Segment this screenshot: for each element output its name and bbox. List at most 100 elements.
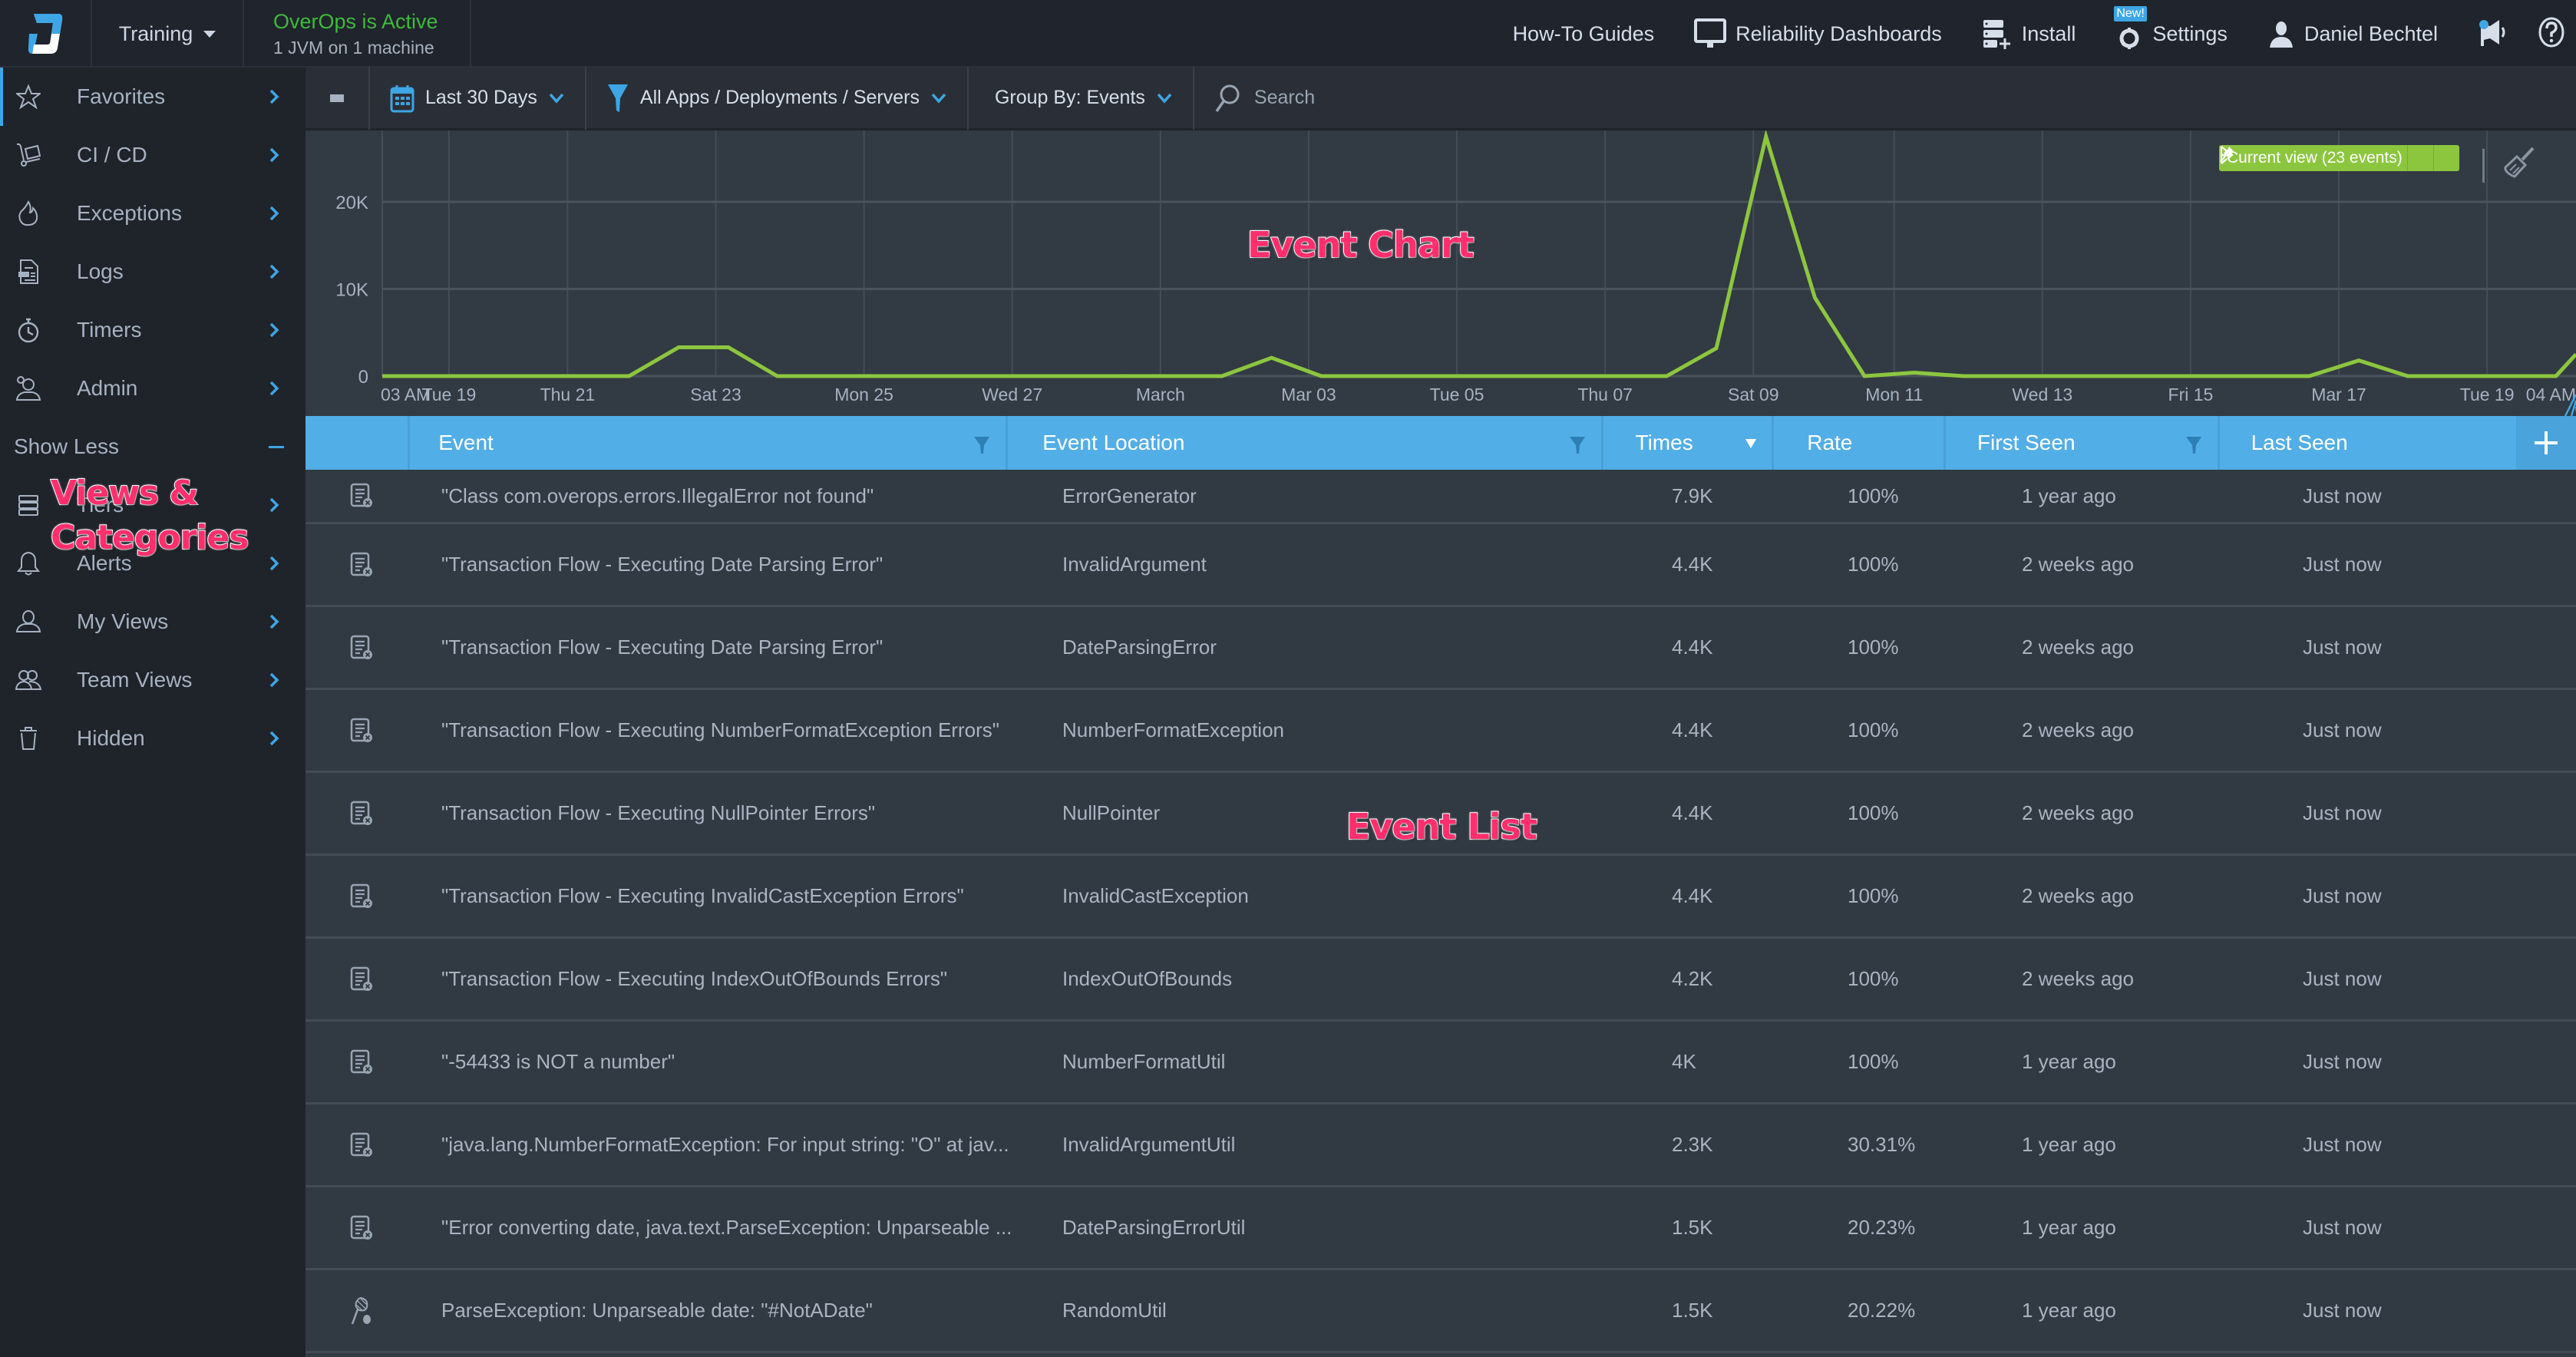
table-row[interactable]: "Transaction Flow - Executing InvalidCas… [305,856,2576,939]
user-icon [15,609,41,635]
chevron-right-icon [269,322,279,338]
rate-cell: 100% [1848,553,1899,576]
x-tick-label: Tue 19 [2460,385,2515,404]
table-row[interactable]: "java.lang.NumberFormatException: For in… [305,1104,2576,1187]
status-title: OverOps is Active [273,10,438,33]
event-cell: "Transaction Flow - Executing Date Parsi… [441,553,883,576]
flame-icon [15,200,41,226]
times-cell: 7.9K [1672,484,1713,507]
nav-label: Settings [2152,21,2228,45]
rate-cell: 100% [1848,636,1899,659]
table-row[interactable]: "Transaction Flow - Executing Date Parsi… [305,607,2576,690]
chevron-down-icon [931,93,946,104]
logged-error-icon [305,1187,413,1268]
minus-icon [269,446,284,448]
sidebar-item-label: Team Views [77,668,193,692]
nav-label: Install [2021,21,2076,45]
chevron-right-icon [269,672,279,688]
sidebar-item-label: Logs [77,259,124,283]
split-view-button[interactable] [2220,145,2433,171]
sidebar-item-timers[interactable]: Timers [0,301,305,359]
nav-how-to-guides[interactable]: How-To Guides [1513,22,1655,46]
table-row[interactable]: "Transaction Flow - Executing NumberForm… [305,690,2576,773]
event-location-cell: IndexOutOfBounds [1062,967,1233,990]
scope-selector[interactable]: All Apps / Deployments / Servers [586,66,969,130]
search-placeholder: Search [1253,87,1316,108]
sidebar-item-exceptions[interactable]: Exceptions [0,184,305,243]
table-row[interactable]: "Error converting date, java.text.ParseE… [305,1187,2576,1270]
nav-reliability-dashboards[interactable]: Reliability Dashboards [1694,18,1942,49]
search-input[interactable]: Search [1194,84,1315,113]
event-location-cell: DateParsingError [1062,636,1217,659]
times-cell: 4.4K [1672,636,1713,659]
chevron-right-icon [269,89,279,104]
nav-label: Reliability Dashboards [1735,21,1942,45]
rate-cell: 20.22% [1848,1299,1916,1322]
y-tick-label: 10K [335,280,368,301]
logged-error-icon [305,773,413,853]
event-cell: "Transaction Flow - Executing NullPointe… [441,801,876,824]
sidebar-item-favorites[interactable]: Favorites [0,68,305,126]
environment-name: Training [118,21,193,45]
nav-install[interactable]: Install [1982,18,2076,49]
annotation-categories: Categories [50,517,249,558]
x-tick-label: Mon 25 [834,385,893,404]
environment-selector[interactable]: Training [92,0,244,68]
show-less-toggle[interactable]: Show Less [0,418,305,476]
overops-logo[interactable] [0,0,92,68]
logged-error-icon [305,939,413,1019]
times-cell: 4K [1672,1050,1696,1073]
table-row[interactable]: ParseException: Unparseable date: "#NotA… [305,1270,2576,1353]
nav-settings[interactable]: New! Settings [2114,6,2228,49]
filter-bar: Last 30 Days All Apps / Deployments / Se… [305,66,2576,130]
collapse-chart-button[interactable] [305,66,370,130]
x-tick-label: Mar 17 [2311,385,2366,404]
last-seen-cell: Just now [2303,1299,2382,1322]
chevron-right-icon [269,264,279,279]
times-cell: 4.2K [1672,967,1713,990]
agent-status[interactable]: OverOps is Active 1 JVM on 1 machine [244,0,471,68]
first-seen-cell: 1 year ago [2022,1216,2116,1239]
x-tick-label: Thu 21 [540,385,596,404]
trash-icon [15,725,41,751]
time-range-selector[interactable]: Last 30 Days [370,66,586,130]
help-button[interactable] [2538,17,2565,51]
chevron-right-icon [269,147,279,163]
first-seen-cell: 1 year ago [2022,1050,2116,1073]
pin-icon [2220,147,2234,163]
last-seen-cell: Just now [2303,1133,2382,1156]
event-cell: "Error converting date, java.text.ParseE… [441,1216,1012,1239]
group-by-selector[interactable]: Group By: Events [969,66,1194,130]
user-icon [2269,21,2293,48]
table-row[interactable]: "-54433 is NOT a number" NumberFormatUtil… [305,1022,2576,1104]
sidebar-item-team-views[interactable]: Team Views [0,651,305,709]
dolly-icon [15,142,41,168]
annotation-event-list: Event List [1346,805,1538,848]
sidebar-item-logs[interactable]: Logs [0,243,305,301]
table-row[interactable]: "Transaction Flow - Executing Date Parsi… [305,524,2576,607]
event-location-cell: RandomUtil [1062,1299,1167,1322]
series-line-events [382,130,2576,378]
last-seen-cell: Just now [2303,636,2382,659]
x-tick-label: Thu 07 [1577,385,1633,404]
sidebar-item-hidden[interactable]: Hidden [0,709,305,768]
nav-user-menu[interactable]: Daniel Bechtel [2267,20,2438,48]
overops-logo-icon [28,14,63,54]
first-seen-cell: 1 year ago [2022,1299,2116,1322]
event-chart[interactable]: 0 10K 20K 03 AM Tue 19 Thu 21 Sat 23 Mon 25 Wed … [305,130,2576,416]
logged-error-icon [305,690,413,771]
current-view-badge[interactable]: Current view (23 events) [2219,145,2459,171]
search-icon [1215,84,1240,112]
table-row[interactable]: "Transaction Flow - Executing IndexOutOf… [305,939,2576,1022]
megaphone-icon [2479,19,2505,46]
pin-view-button[interactable] [2220,145,2459,171]
announcements-button[interactable] [2478,18,2508,50]
event-cell: "Transaction Flow - Executing NumberForm… [441,718,999,741]
sidebar-item-ci-cd[interactable]: CI / CD [0,126,305,184]
sidebar-item-my-views[interactable]: My Views [0,593,305,651]
sidebar-item-admin[interactable]: Admin [0,359,305,418]
star-icon [15,84,41,110]
last-seen-cell: Just now [2303,1050,2382,1073]
logged-error-icon [305,1104,413,1185]
table-row[interactable]: "Class com.overops.errors.IllegalError n… [305,444,2576,524]
